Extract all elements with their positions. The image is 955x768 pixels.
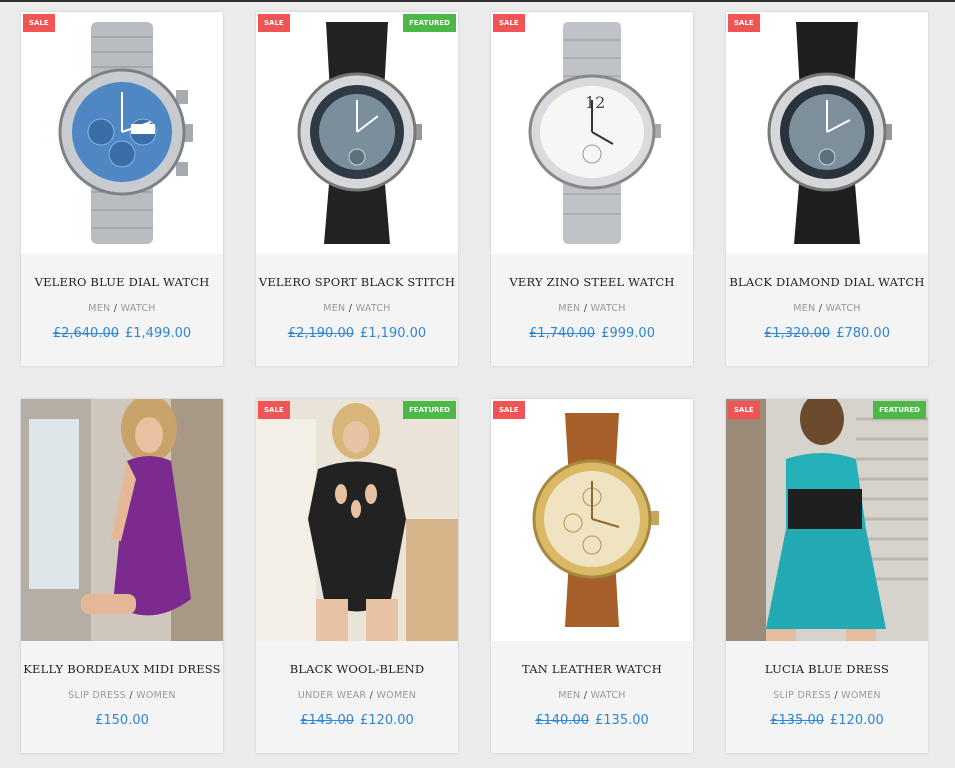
- category-link[interactable]: SLIP DRESS: [773, 690, 831, 701]
- product-title[interactable]: Lucia Blue Dress: [726, 662, 928, 676]
- current-price: £780.00: [836, 326, 890, 341]
- category-link[interactable]: UNDER WEAR: [298, 690, 367, 701]
- old-price: £2,190.00: [287, 326, 354, 341]
- subcategory-link[interactable]: WOMEN: [136, 690, 176, 701]
- sale-badge: SALE: [23, 14, 55, 32]
- product-image[interactable]: SALE: [491, 399, 693, 641]
- sale-badge: SALE: [258, 14, 290, 32]
- subcategory-link[interactable]: WOMEN: [841, 690, 881, 701]
- product-card[interactable]: SALE FEATURED Lucia Blue Dress SLIP DRES…: [726, 399, 928, 753]
- purple-slip-dress-image: [21, 399, 223, 641]
- subcategory-link[interactable]: WATCH: [826, 303, 861, 314]
- product-image[interactable]: SALE FEATURED: [256, 12, 458, 254]
- old-price: £145.00: [300, 713, 354, 728]
- product-title[interactable]: Velero Sport Black Stitch: [256, 275, 458, 289]
- sale-badge: SALE: [728, 14, 760, 32]
- category-link[interactable]: MEN: [88, 303, 110, 314]
- category-link[interactable]: MEN: [793, 303, 815, 314]
- old-price: £1,320.00: [764, 326, 831, 341]
- current-price: £120.00: [360, 713, 414, 728]
- current-price: £120.00: [830, 713, 884, 728]
- product-categories: UNDER WEAR / WOMEN: [297, 690, 417, 701]
- blue-chronograph-watch-image: [58, 22, 193, 244]
- sale-badge: SALE: [258, 401, 290, 419]
- old-price: £135.00: [770, 713, 824, 728]
- product-card[interactable]: 12 SALE Very Zino Steel Watch MEN / WATC…: [491, 12, 693, 366]
- product-title[interactable]: Kelly Bordeaux Midi Dress: [21, 662, 223, 676]
- product-card[interactable]: SALE Black Diamond Dial Watch MEN / WATC…: [726, 12, 928, 366]
- product-image[interactable]: SALE: [726, 12, 928, 254]
- turquoise-lace-dress-image: [726, 399, 928, 641]
- product-card[interactable]: SALE FEATURED Black Wool-Blend UNDER WEA…: [256, 399, 458, 753]
- product-price: £1,320.00 £780.00: [726, 326, 928, 341]
- subcategory-link[interactable]: WOMEN: [376, 690, 416, 701]
- product-title[interactable]: Black Wool-Blend: [256, 662, 458, 676]
- category-link[interactable]: MEN: [323, 303, 345, 314]
- product-title[interactable]: Very Zino Steel Watch: [491, 275, 693, 289]
- black-diamond-watch-image: [767, 22, 892, 244]
- category-link[interactable]: SLIP DRESS: [68, 690, 126, 701]
- black-strap-watch-image: [297, 22, 422, 244]
- product-price: £145.00 £120.00: [256, 713, 458, 728]
- subcategory-link[interactable]: WATCH: [591, 690, 626, 701]
- product-categories: MEN / WATCH: [558, 303, 626, 314]
- sale-badge: SALE: [728, 401, 760, 419]
- svg-text:12: 12: [585, 93, 605, 112]
- product-price: £140.00 £135.00: [491, 713, 693, 728]
- product-image[interactable]: SALE FEATURED: [726, 399, 928, 641]
- current-price: £999.00: [601, 326, 655, 341]
- old-price: £1,740.00: [529, 326, 596, 341]
- product-price: £2,640.00 £1,499.00: [21, 326, 223, 341]
- product-image[interactable]: 12 SALE: [491, 12, 693, 254]
- product-price: £135.00 £120.00: [726, 713, 928, 728]
- subcategory-link[interactable]: WATCH: [591, 303, 626, 314]
- product-price: £2,190.00 £1,190.00: [256, 326, 458, 341]
- sale-badge: SALE: [493, 14, 525, 32]
- product-categories: MEN / WATCH: [793, 303, 861, 314]
- subcategory-link[interactable]: WATCH: [121, 303, 156, 314]
- gold-tan-leather-watch-image: [532, 413, 659, 627]
- current-price: £150.00: [95, 713, 149, 728]
- product-categories: MEN / WATCH: [558, 690, 626, 701]
- product-categories: SLIP DRESS / WOMEN: [773, 690, 881, 701]
- product-image[interactable]: [21, 399, 223, 641]
- product-card[interactable]: SALE Velero Blue Dial Watch MEN / WATCH …: [21, 12, 223, 366]
- product-title[interactable]: Black Diamond Dial Watch: [726, 275, 928, 289]
- subcategory-link[interactable]: WATCH: [356, 303, 391, 314]
- product-categories: SLIP DRESS / WOMEN: [68, 690, 176, 701]
- product-image[interactable]: SALE: [21, 12, 223, 254]
- current-price: £135.00: [595, 713, 649, 728]
- top-divider: [0, 0, 955, 2]
- product-card[interactable]: Kelly Bordeaux Midi Dress SLIP DRESS / W…: [21, 399, 223, 753]
- steel-white-dial-watch-image: 12: [528, 22, 661, 244]
- product-price: £1,740.00 £999.00: [491, 326, 693, 341]
- product-price: £150.00: [21, 713, 223, 728]
- current-price: £1,190.00: [360, 326, 427, 341]
- featured-badge: FEATURED: [873, 401, 926, 419]
- product-categories: MEN / WATCH: [88, 303, 156, 314]
- product-card[interactable]: SALE FEATURED Velero Sport Black Stitch …: [256, 12, 458, 366]
- featured-badge: FEATURED: [403, 401, 456, 419]
- product-title[interactable]: Velero Blue Dial Watch: [21, 275, 223, 289]
- category-link[interactable]: MEN: [558, 303, 580, 314]
- black-bodysuit-image: [256, 399, 458, 641]
- product-categories: MEN / WATCH: [323, 303, 391, 314]
- category-link[interactable]: MEN: [558, 690, 580, 701]
- product-card[interactable]: SALE Tan Leather Watch MEN / WATCH £140.…: [491, 399, 693, 753]
- featured-badge: FEATURED: [403, 14, 456, 32]
- product-title[interactable]: Tan Leather Watch: [491, 662, 693, 676]
- product-image[interactable]: SALE FEATURED: [256, 399, 458, 641]
- current-price: £1,499.00: [125, 326, 192, 341]
- old-price: £140.00: [535, 713, 589, 728]
- old-price: £2,640.00: [52, 326, 119, 341]
- sale-badge: SALE: [493, 401, 525, 419]
